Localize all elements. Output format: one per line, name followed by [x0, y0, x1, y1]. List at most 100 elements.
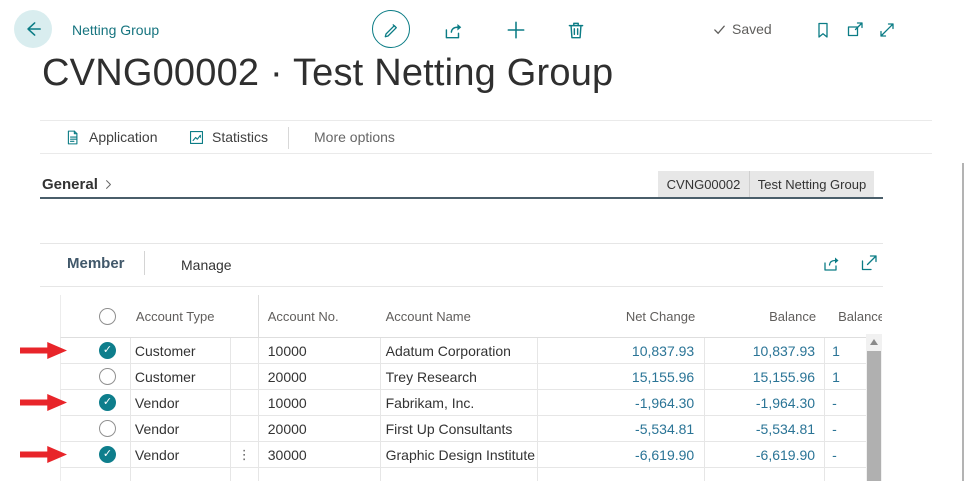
field-name-value[interactable]: Test Netting Group	[750, 171, 874, 197]
empty-cell	[381, 468, 539, 481]
cell-net-change[interactable]: -1,964.30	[538, 390, 705, 415]
cell-balance[interactable]: -6,619.90	[705, 442, 825, 467]
app-caption[interactable]: Netting Group	[72, 22, 159, 38]
member-share-button[interactable]	[820, 252, 842, 274]
row-options-cell: ⋮	[231, 416, 259, 441]
application-icon	[65, 129, 82, 146]
statistics-icon	[188, 129, 205, 146]
netting-group-page: Netting Group	[0, 0, 970, 481]
column-header-net-change[interactable]: Net Change	[538, 295, 705, 337]
scrollbar-up-arrow-icon[interactable]	[866, 334, 882, 349]
vertical-scrollbar[interactable]	[866, 334, 882, 481]
statistics-action[interactable]: Statistics	[188, 121, 268, 153]
row-select-checkbox[interactable]: ✓	[99, 420, 116, 437]
general-section-header[interactable]: General	[42, 176, 115, 193]
application-action[interactable]: Application	[65, 121, 158, 153]
cell-balance-lcy[interactable]: 1	[825, 338, 866, 363]
table-row[interactable]: ✓ Vendor ⋮ 20000 First Up Consultants -5…	[60, 416, 866, 442]
empty-cell	[131, 468, 231, 481]
window-right-edge	[962, 163, 964, 481]
row-select-cell: ✓	[61, 390, 131, 415]
cell-net-change[interactable]: -6,619.90	[538, 442, 705, 467]
share-button[interactable]	[441, 18, 465, 42]
general-label: General	[42, 176, 98, 193]
check-icon: ✓	[103, 345, 112, 356]
bookmark-button[interactable]	[812, 19, 834, 41]
cell-account-type[interactable]: Vendor	[131, 442, 231, 467]
column-header-account-name[interactable]: Account Name	[381, 295, 539, 337]
row-ellipsis-icon[interactable]: ⋮	[238, 447, 251, 463]
cell-net-change[interactable]: 15,155.96	[538, 364, 705, 389]
expand-button[interactable]	[876, 19, 898, 41]
edit-button[interactable]	[372, 10, 410, 48]
row-select-checkbox[interactable]: ✓	[99, 342, 116, 359]
cell-account-name[interactable]: Trey Research	[381, 364, 539, 389]
column-header-account-no[interactable]: Account No.	[259, 295, 381, 337]
cell-account-type[interactable]: Vendor	[131, 390, 231, 415]
row-select-checkbox[interactable]: ✓	[99, 446, 116, 463]
cell-account-name[interactable]: Adatum Corporation	[381, 338, 539, 363]
column-header-balance[interactable]: Balance	[705, 295, 825, 337]
header-options-cell	[231, 295, 259, 337]
cell-net-change[interactable]: -5,534.81	[538, 416, 705, 441]
statistics-label: Statistics	[212, 129, 268, 145]
member-header-divider	[144, 251, 145, 275]
row-select-checkbox[interactable]: ✓	[99, 368, 116, 385]
table-body: ✓ Customer ⋮ 10000 Adatum Corporation 10…	[60, 338, 866, 481]
open-in-window-button[interactable]	[844, 19, 866, 41]
select-all-radio[interactable]	[99, 308, 116, 325]
empty-cell	[231, 468, 259, 481]
table-row[interactable]: ✓ Vendor ⋮ 30000 Graphic Design Institut…	[60, 442, 866, 468]
empty-cell	[705, 468, 825, 481]
cell-account-name[interactable]: Fabrikam, Inc.	[381, 390, 539, 415]
check-icon: ✓	[103, 449, 112, 460]
cell-balance-lcy[interactable]: -	[825, 416, 866, 441]
table-row-partial	[60, 468, 866, 481]
member-section-topline	[40, 243, 883, 244]
table-row[interactable]: ✓ Vendor ⋮ 10000 Fabrikam, Inc. -1,964.3…	[60, 390, 866, 416]
cell-account-no[interactable]: 20000	[259, 364, 381, 389]
cell-balance-lcy[interactable]: 1	[825, 364, 866, 389]
table-row[interactable]: ✓ Customer ⋮ 20000 Trey Research 15,155.…	[60, 364, 866, 390]
cell-account-type[interactable]: Vendor	[131, 416, 231, 441]
back-button[interactable]	[14, 10, 52, 48]
manage-menu[interactable]: Manage	[181, 257, 232, 273]
cell-balance[interactable]: 15,155.96	[705, 364, 825, 389]
cell-balance[interactable]: -1,964.30	[705, 390, 825, 415]
trash-icon	[565, 19, 587, 41]
cell-account-type[interactable]: Customer	[131, 364, 231, 389]
field-no-value[interactable]: CVNG00002	[658, 171, 750, 197]
member-focus-mode-button[interactable]	[858, 252, 880, 274]
cell-balance[interactable]: -5,534.81	[705, 416, 825, 441]
row-options-cell: ⋮	[231, 442, 259, 467]
cell-account-no[interactable]: 10000	[259, 338, 381, 363]
general-section-underline	[40, 197, 883, 199]
cell-account-type[interactable]: Customer	[131, 338, 231, 363]
empty-cell	[538, 468, 705, 481]
scrollbar-thumb[interactable]	[867, 351, 881, 481]
row-select-cell: ✓	[61, 442, 131, 467]
table-header-row: Account Type Account No. Account Name Ne…	[60, 295, 882, 338]
cell-account-no[interactable]: 20000	[259, 416, 381, 441]
cell-account-name[interactable]: First Up Consultants	[381, 416, 539, 441]
cell-balance-lcy[interactable]: -	[825, 442, 866, 467]
delete-button[interactable]	[564, 18, 588, 42]
new-button[interactable]	[504, 18, 528, 42]
cell-balance[interactable]: 10,837.93	[705, 338, 825, 363]
column-header-account-type[interactable]: Account Type	[131, 295, 231, 337]
cell-account-name[interactable]: Graphic Design Institute	[381, 442, 539, 467]
cell-account-no[interactable]: 30000	[259, 442, 381, 467]
member-part-title[interactable]: Member	[67, 255, 125, 272]
cell-account-no[interactable]: 10000	[259, 390, 381, 415]
share-icon	[821, 253, 841, 273]
row-select-checkbox[interactable]: ✓	[99, 394, 116, 411]
cell-net-change[interactable]: 10,837.93	[538, 338, 705, 363]
header-select-cell	[61, 295, 131, 337]
more-options-action[interactable]: More options	[314, 121, 395, 153]
column-header-balance-lcy[interactable]: Balance	[825, 295, 882, 337]
more-options-label: More options	[314, 129, 395, 145]
chevron-right-icon	[102, 178, 115, 191]
cell-balance-lcy[interactable]: -	[825, 390, 866, 415]
member-header-bottomline	[40, 286, 883, 287]
table-row[interactable]: ✓ Customer ⋮ 10000 Adatum Corporation 10…	[60, 338, 866, 364]
